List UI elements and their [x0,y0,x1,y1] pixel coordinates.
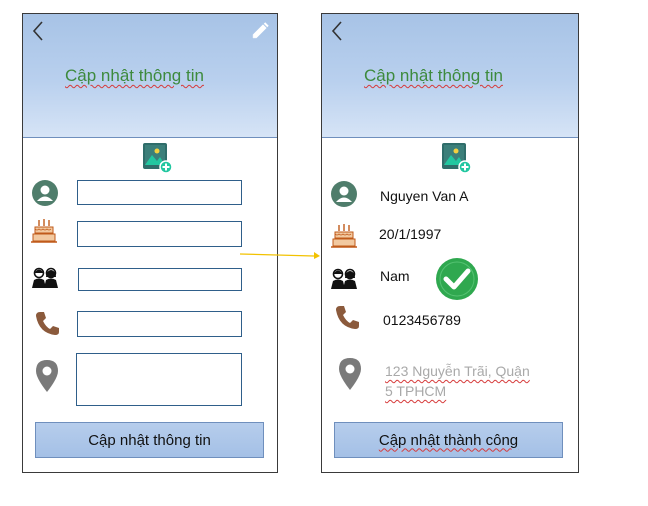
address-line-1: 123 Nguyễn Trãi, Quận [385,363,530,379]
page-title: Cập nhật thông tin [65,66,204,85]
phone-icon [333,303,361,331]
image-add-icon[interactable] [441,142,471,174]
update-success-label: Cập nhật thành công [378,431,519,449]
update-info-button[interactable]: Cập nhật thông tin [35,422,264,458]
couple-icon [31,264,59,292]
pencil-icon[interactable] [251,22,269,40]
address-line-2: 5 TPHCM [385,383,447,399]
address-input[interactable] [76,353,242,406]
image-add-icon[interactable] [142,142,172,174]
gender-value: Nam [380,268,410,284]
screen-header: Cập nhật thông tin [23,14,277,138]
birthday-input[interactable] [77,221,242,247]
page-title: Cập nhật thông tin [364,66,503,85]
update-success-button[interactable]: Cập nhật thành công [334,422,563,458]
phone-icon [33,309,61,337]
address-value: 123 Nguyễn Trãi, Quận 5 TPHCM [385,361,545,401]
cake-icon [330,222,358,250]
phone-input[interactable] [77,311,242,337]
flow-arrow [240,252,320,259]
location-icon [35,359,59,393]
screen-header: Cập nhật thông tin [322,14,578,138]
updated-profile-screen: Cập nhật thông tin Nguyen Van A 20/1/199… [321,13,579,473]
name-value: Nguyen Van A [380,188,469,204]
gender-input[interactable] [78,268,242,291]
name-input[interactable] [77,180,242,205]
success-check-icon [436,258,478,300]
cake-icon [30,217,58,245]
back-icon[interactable] [31,20,45,42]
couple-icon [330,265,358,293]
phone-value: 0123456789 [383,312,461,328]
location-icon [338,357,362,391]
edit-profile-screen: Cập nhật thông tin Cập nhật thông tin [22,13,278,473]
user-icon [330,180,358,208]
birthday-value: 20/1/1997 [379,226,442,242]
user-icon [31,179,59,207]
back-icon[interactable] [330,20,344,42]
